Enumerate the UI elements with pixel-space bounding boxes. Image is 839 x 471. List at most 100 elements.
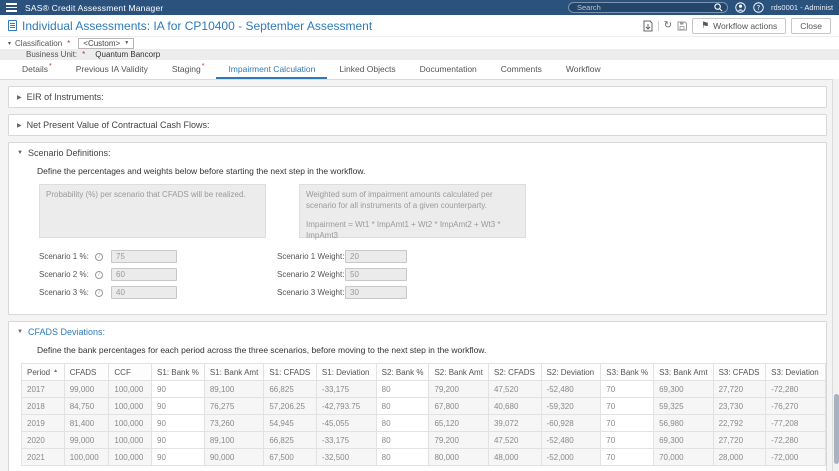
tab-comments[interactable]: Comments xyxy=(489,60,554,79)
disabled-input: 60 xyxy=(111,268,177,281)
editable-cell[interactable]: 70 xyxy=(600,431,655,449)
user-label[interactable]: rds0001 - Administrator xyxy=(771,3,833,12)
expanded-triangle-icon: ▼ xyxy=(17,150,23,156)
column-header-s2-bank-[interactable]: S2: Bank % xyxy=(375,363,430,381)
collapse-triangle-icon[interactable]: ▾ xyxy=(8,40,11,47)
column-header-s2-cfads[interactable]: S2: CFADS xyxy=(487,363,542,381)
vertical-scrollbar[interactable] xyxy=(832,79,839,471)
page-header: Individual Assessments: IA for CP10400 -… xyxy=(0,15,839,37)
user-icon[interactable] xyxy=(735,2,746,13)
editable-cell[interactable]: 80 xyxy=(375,414,430,432)
scenario-section-header[interactable]: ▼ Scenario Definitions: xyxy=(9,143,826,163)
workflow-actions-button[interactable]: ⚑ Workflow actions xyxy=(692,17,787,34)
table-row: 2021 100,000 100,000 90 90,000 67,500 -32,500 8… xyxy=(21,448,826,466)
tab-linked-objects[interactable]: Linked Objects xyxy=(327,60,407,79)
open-document-icon[interactable] xyxy=(643,20,653,32)
search-input[interactable]: Search xyxy=(568,2,728,13)
table-cell: -59,320 xyxy=(540,397,602,415)
business-unit-value: Quantum Bancorp xyxy=(95,50,161,59)
classification-row: ▾ Classification * <Custom> ▼ xyxy=(0,37,839,49)
scrollbar-thumb[interactable] xyxy=(834,394,839,464)
eir-section-header[interactable]: ▶ EIR of Instruments: xyxy=(9,87,826,107)
table-cell: 23,730 xyxy=(712,397,767,415)
editable-cell[interactable]: 70 xyxy=(600,380,655,398)
column-header-s2-deviation[interactable]: S2: Deviation xyxy=(540,363,602,381)
disabled-input: 75 xyxy=(111,250,177,263)
table-cell: 59,325 xyxy=(653,397,714,415)
table-cell: 66,825 xyxy=(263,380,317,398)
cfads-deviations-section: ▼ CFADS Deviations: Define the bank perc… xyxy=(8,321,827,471)
disabled-input: 30 xyxy=(345,286,407,299)
column-header-s3-bank-amt[interactable]: S3: Bank Amt xyxy=(653,363,714,381)
close-button[interactable]: Close xyxy=(791,17,831,34)
app-bar: SAS® Credit Assessment Manager Search ? … xyxy=(0,0,839,15)
table-cell: -52,480 xyxy=(540,380,602,398)
column-header-s1-deviation[interactable]: S1: Deviation xyxy=(315,363,377,381)
expanded-triangle-icon: ▼ xyxy=(17,329,23,335)
table-cell: 2020 xyxy=(21,431,65,449)
table-cell: 2019 xyxy=(21,414,65,432)
save-icon[interactable] xyxy=(677,21,688,31)
tab-details[interactable]: Details* xyxy=(10,59,64,79)
field-label: Scenario 1 Weight: xyxy=(277,252,345,261)
column-header-s3-cfads[interactable]: S3: CFADS xyxy=(712,363,767,381)
editable-cell[interactable]: 80 xyxy=(375,380,430,398)
table-cell: -76,270 xyxy=(765,397,826,415)
search-icon xyxy=(714,3,723,12)
editable-cell[interactable]: 80 xyxy=(375,397,430,415)
editable-cell[interactable]: 70 xyxy=(600,397,655,415)
table-row: 2020 99,000 100,000 90 89,100 66,825 -33,175 80… xyxy=(21,431,826,449)
npv-section-header[interactable]: ▶ Net Present Value of Contractual Cash … xyxy=(9,115,826,135)
editable-cell[interactable]: 90 xyxy=(151,448,205,466)
column-header-s3-deviation[interactable]: S3: Deviation xyxy=(765,363,826,381)
column-header-period[interactable]: Period ▲ xyxy=(21,363,65,381)
field-label: Scenario 2 Weight: xyxy=(277,270,345,279)
table-cell: -72,000 xyxy=(765,448,826,466)
search-placeholder: Search xyxy=(577,3,601,12)
column-header-s2-bank-amt[interactable]: S2: Bank Amt xyxy=(428,363,489,381)
table-cell: 81,400 xyxy=(63,414,110,432)
help-icon[interactable]: ? xyxy=(753,2,764,13)
table-cell: -52,480 xyxy=(540,431,602,449)
classification-dropdown[interactable]: <Custom> ▼ xyxy=(78,37,135,49)
workflow-flag-icon: ⚑ xyxy=(701,20,710,31)
table-cell: -72,280 xyxy=(765,431,826,449)
tab-impairment-calculation[interactable]: Impairment Calculation xyxy=(216,60,328,79)
table-cell: 100,000 xyxy=(108,397,153,415)
table-cell: 89,100 xyxy=(203,380,265,398)
column-header-s1-bank-amt[interactable]: S1: Bank Amt xyxy=(203,363,265,381)
editable-cell[interactable]: 80 xyxy=(375,431,430,449)
disabled-input: 50 xyxy=(345,268,407,281)
tab-staging[interactable]: Staging* xyxy=(160,59,217,79)
editable-cell[interactable]: 70 xyxy=(600,448,655,466)
svg-text:?: ? xyxy=(757,4,761,12)
cfads-section-header[interactable]: ▼ CFADS Deviations: xyxy=(9,322,826,342)
table-cell: 100,000 xyxy=(108,448,153,466)
editable-cell[interactable]: 70 xyxy=(600,414,655,432)
menu-icon[interactable] xyxy=(6,3,17,12)
history-icon[interactable]: ↻ xyxy=(664,20,672,31)
editable-cell[interactable]: 90 xyxy=(151,431,205,449)
column-header-s3-bank-[interactable]: S3: Bank % xyxy=(600,363,655,381)
column-header-ccf[interactable]: CCF xyxy=(108,363,153,381)
table-cell: 2021 xyxy=(21,448,65,466)
tab-previous-ia-validity[interactable]: Previous IA Validity xyxy=(64,60,160,79)
editable-cell[interactable]: 90 xyxy=(151,397,205,415)
table-cell: 57,206.25 xyxy=(263,397,317,415)
cfads-section-title: CFADS Deviations: xyxy=(27,327,105,337)
column-header-s1-cfads[interactable]: S1: CFADS xyxy=(263,363,317,381)
table-cell: 27,720 xyxy=(712,431,767,449)
editable-cell[interactable]: 80 xyxy=(375,448,430,466)
column-header-s1-bank-[interactable]: S1: Bank % xyxy=(151,363,205,381)
editable-cell[interactable]: 90 xyxy=(151,380,205,398)
table-cell: -77,208 xyxy=(765,414,826,432)
chevron-down-icon: ▼ xyxy=(124,40,130,46)
table-cell: -45,055 xyxy=(315,414,377,432)
tab-workflow[interactable]: Workflow xyxy=(554,60,613,79)
field-label: Scenario 1 %: xyxy=(39,252,89,261)
editable-cell[interactable]: 90 xyxy=(151,414,205,432)
table-cell: 54,945 xyxy=(263,414,317,432)
table-cell: 69,300 xyxy=(653,380,714,398)
tab-documentation[interactable]: Documentation xyxy=(408,60,489,79)
column-header-cfads[interactable]: CFADS xyxy=(63,363,110,381)
